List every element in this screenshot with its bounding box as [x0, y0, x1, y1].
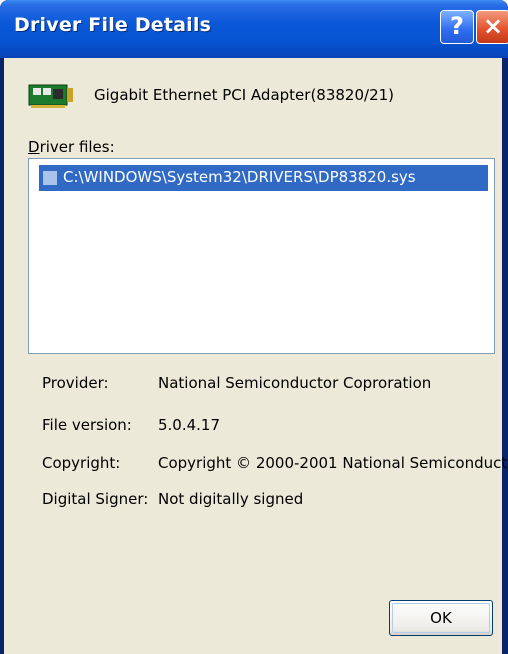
digital-signer-label: Digital Signer: [42, 490, 149, 508]
driver-files-label: Driver files: [28, 138, 115, 156]
copyright-label: Copyright: [42, 454, 121, 472]
dialog-title: Driver File Details [14, 14, 212, 36]
file-icon [43, 171, 57, 185]
driver-file-path: C:\WINDOWS\System32\DRIVERS\DP83820.sys [63, 168, 416, 186]
device-name: Gigabit Ethernet PCI Adapter(83820/21) [94, 86, 395, 104]
driver-file-details-dialog: Driver File Details ? × Gigabit Ethernet… [0, 0, 508, 654]
title-bar[interactable]: Driver File Details ? × [0, 0, 508, 58]
digital-signer-value: Not digitally signed [158, 490, 304, 508]
provider-value: National Semiconductor Coproration [158, 374, 432, 392]
copyright-value: Copyright © 2000-2001 National Semicondu… [158, 454, 508, 472]
file-version-label: File version: [42, 416, 132, 434]
help-button[interactable]: ? [440, 10, 474, 44]
driver-files-list[interactable]: C:\WINDOWS\System32\DRIVERS\DP83820.sys [28, 158, 495, 354]
ok-button[interactable]: OK [389, 600, 493, 636]
file-version-value: 5.0.4.17 [158, 416, 221, 434]
list-item[interactable]: C:\WINDOWS\System32\DRIVERS\DP83820.sys [39, 165, 488, 191]
network-adapter-icon [28, 84, 73, 108]
provider-label: Provider: [42, 374, 109, 392]
close-button[interactable]: × [476, 10, 508, 44]
